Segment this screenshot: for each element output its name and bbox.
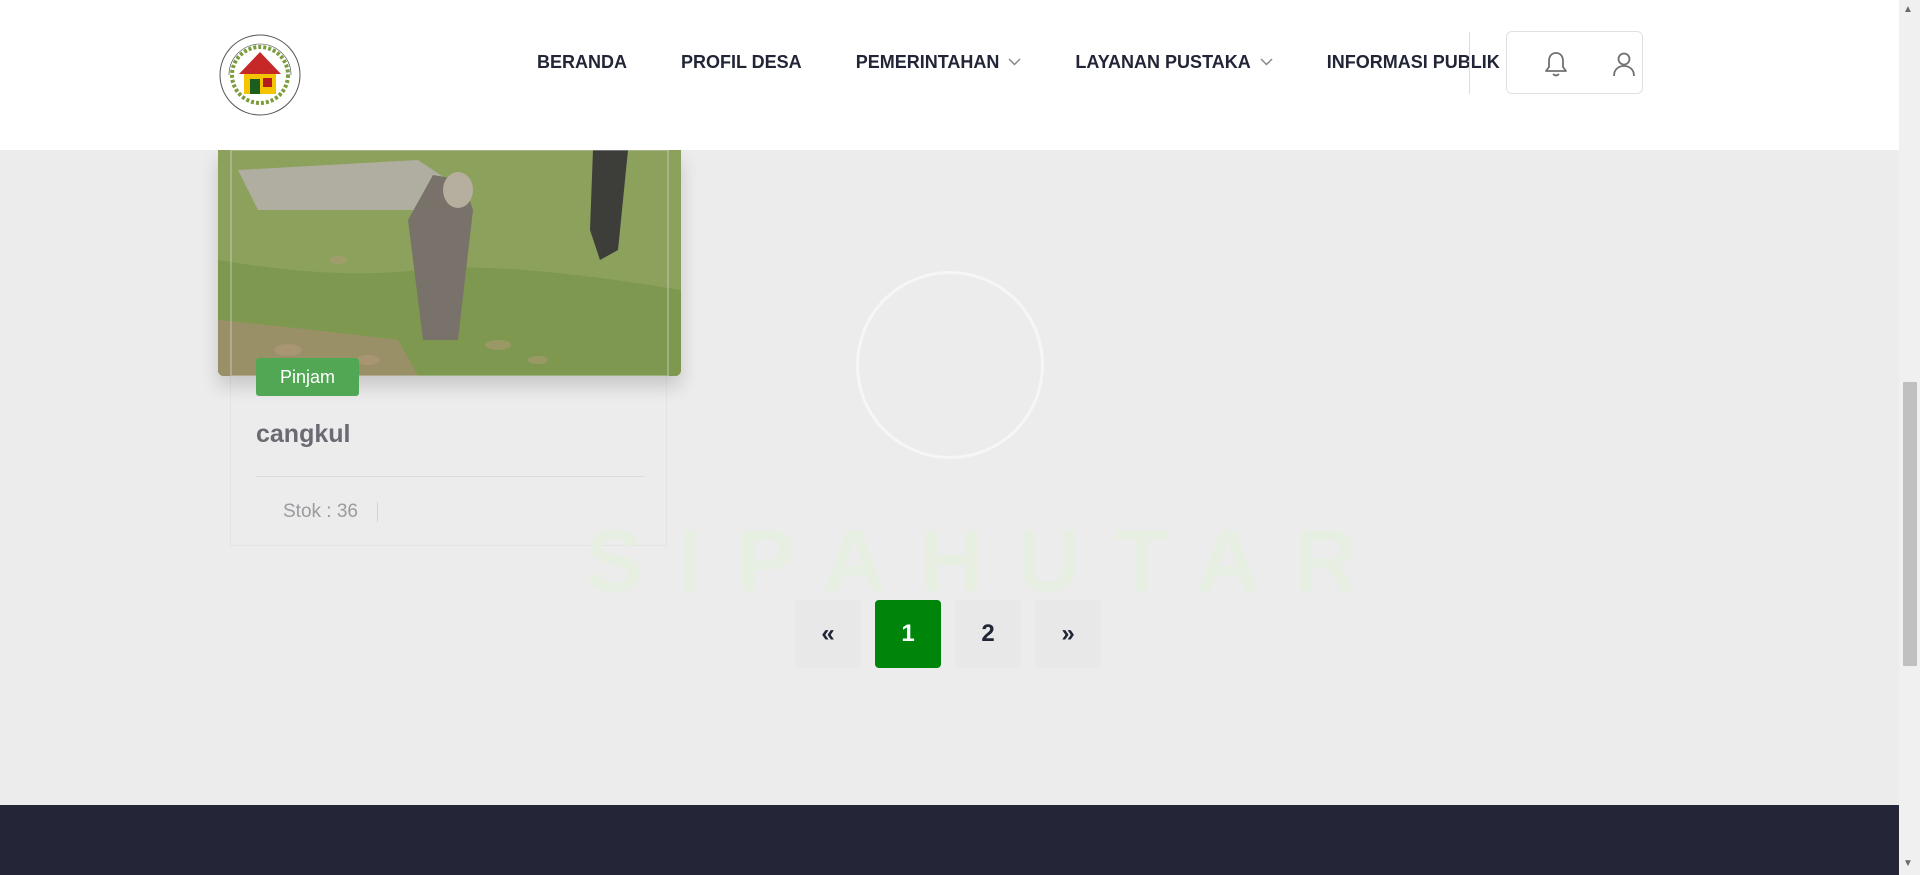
nav-informasi-publik[interactable]: INFORMASI PUBLIK <box>1327 52 1522 73</box>
watermark-text: SIPAHUTAR <box>585 511 1392 610</box>
product-title[interactable]: cangkul <box>256 420 350 449</box>
logo[interactable] <box>217 32 303 118</box>
nav-layanan-pustaka[interactable]: LAYANAN PUSTAKA <box>1075 51 1273 73</box>
scroll-down-icon[interactable]: ▼ <box>1903 858 1913 869</box>
main-nav: BERANDA PROFIL DESA PEMERINTAHAN LAYANAN… <box>537 0 1576 124</box>
site-header: BERANDA PROFIL DESA PEMERINTAHAN LAYANAN… <box>0 0 1899 150</box>
notification-button[interactable] <box>1541 49 1571 79</box>
site-footer <box>0 805 1899 875</box>
chevron-down-icon <box>1008 58 1021 66</box>
pagination-prev-button[interactable]: « <box>795 600 861 668</box>
nav-pemerintahan[interactable]: PEMERINTAHAN <box>856 52 1022 73</box>
nav-profil-desa[interactable]: PROFIL DESA <box>681 52 802 73</box>
nav-label: PROFIL DESA <box>681 51 802 72</box>
stock-label: Stok : 36 <box>283 501 358 522</box>
pagination-page-2[interactable]: 2 <box>955 600 1021 668</box>
nav-label: BERANDA <box>537 51 627 72</box>
user-button[interactable] <box>1609 49 1639 79</box>
borrow-button[interactable]: Pinjam <box>256 358 359 396</box>
product-image[interactable] <box>218 150 681 376</box>
chevron-down-icon <box>1260 58 1273 66</box>
nav-label: LAYANAN PUSTAKA <box>1075 51 1251 72</box>
user-icon <box>1613 52 1635 77</box>
logo-emblem-icon <box>219 34 301 116</box>
nav-divider <box>1469 32 1470 94</box>
loading-spinner <box>856 271 1044 459</box>
scroll-thumb[interactable] <box>1903 382 1917 666</box>
bell-icon <box>1545 52 1567 77</box>
header-actions <box>1506 31 1643 94</box>
stock-divider <box>377 502 378 522</box>
nav-label: PEMERINTAHAN <box>855 51 1000 72</box>
pagination-page-1[interactable]: 1 <box>875 600 941 668</box>
scroll-up-icon[interactable]: ▲ <box>1903 4 1913 15</box>
card-divider <box>256 476 644 477</box>
hoe-image-icon <box>218 150 681 376</box>
nav-beranda[interactable]: BERANDA <box>537 52 627 73</box>
pagination-next-button[interactable]: » <box>1035 600 1101 668</box>
nav-label: INFORMASI PUBLIK <box>1326 51 1500 72</box>
pagination: « 1 2 » <box>795 600 1115 668</box>
